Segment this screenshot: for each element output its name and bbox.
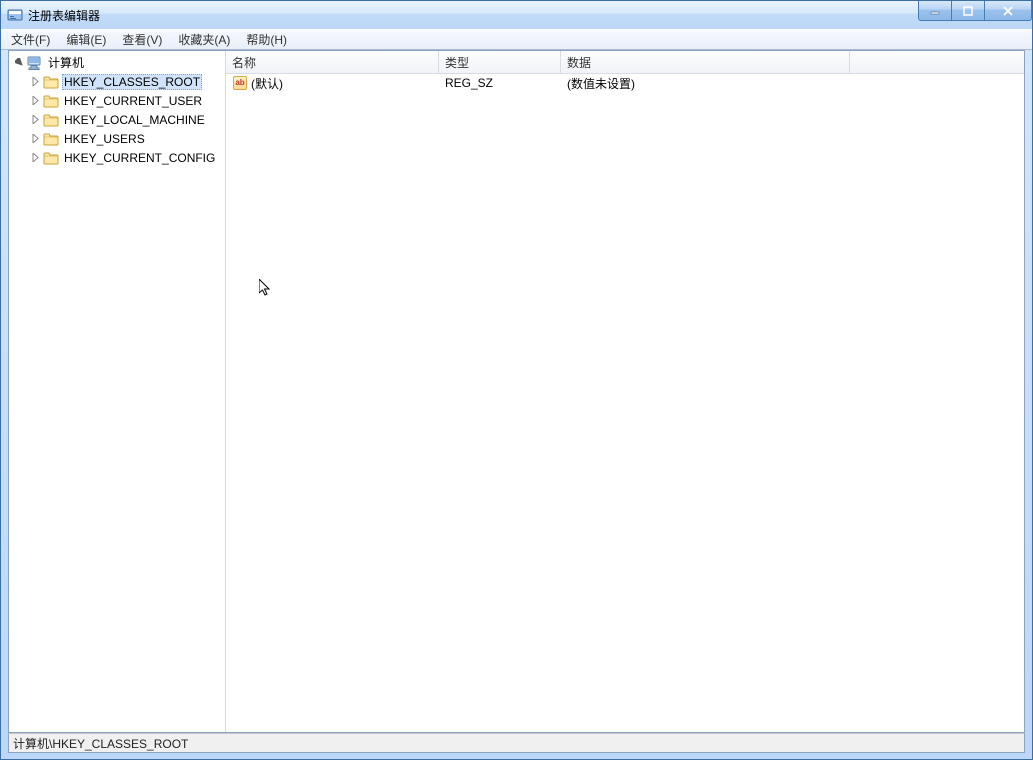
status-path: 计算机\HKEY_CLASSES_ROOT xyxy=(13,735,188,752)
window-frame: 注册表编辑器 文件(F) 编辑(E) 查看(V) 收藏夹(A) 帮助(H) xyxy=(0,0,1033,760)
expander-icon[interactable] xyxy=(29,95,41,107)
column-header-data[interactable]: 数据 xyxy=(561,51,850,73)
string-value-icon: ab xyxy=(232,75,248,91)
menu-help[interactable]: 帮助(H) xyxy=(238,29,295,50)
folder-icon xyxy=(43,112,59,128)
menubar: 文件(F) 编辑(E) 查看(V) 收藏夹(A) 帮助(H) xyxy=(1,29,1032,50)
tree-node[interactable]: HKEY_LOCAL_MACHINE xyxy=(9,110,225,129)
expander-icon[interactable] xyxy=(13,57,25,69)
folder-icon xyxy=(43,93,59,109)
tree-panel[interactable]: 计算机 HKEY_CLASSES_ROOT HKEY_CURRENT_USER HK… xyxy=(9,51,226,732)
tree-node-label: HKEY_CURRENT_CONFIG xyxy=(62,151,217,165)
menu-favorites[interactable]: 收藏夹(A) xyxy=(170,29,238,50)
maximize-button[interactable] xyxy=(951,1,985,21)
tree-node[interactable]: HKEY_USERS xyxy=(9,129,225,148)
expander-icon[interactable] xyxy=(29,152,41,164)
client-area: 计算机 HKEY_CLASSES_ROOT HKEY_CURRENT_USER HK… xyxy=(8,50,1025,733)
tree-node[interactable]: HKEY_CURRENT_USER xyxy=(9,91,225,110)
value-name: (默认) xyxy=(251,75,283,92)
statusbar: 计算机\HKEY_CLASSES_ROOT xyxy=(8,733,1025,753)
expander-icon[interactable] xyxy=(29,133,41,145)
folder-icon xyxy=(43,150,59,166)
menu-file[interactable]: 文件(F) xyxy=(3,29,58,50)
expander-icon[interactable] xyxy=(29,76,41,88)
menu-view[interactable]: 查看(V) xyxy=(114,29,170,50)
list-row[interactable]: ab(默认) REG_SZ (数值未设置) xyxy=(226,74,1024,92)
tree-root-label: 计算机 xyxy=(46,54,86,71)
titlebar[interactable]: 注册表编辑器 xyxy=(1,1,1032,29)
tree-node[interactable]: HKEY_CURRENT_CONFIG xyxy=(9,148,225,167)
window-buttons xyxy=(919,1,1032,21)
expander-icon[interactable] xyxy=(29,114,41,126)
close-button[interactable] xyxy=(984,1,1032,21)
window-title: 注册表编辑器 xyxy=(28,7,100,24)
value-data: (数值未设置) xyxy=(567,75,635,92)
tree-node-label: HKEY_CLASSES_ROOT xyxy=(62,74,202,90)
tree-node-label: HKEY_LOCAL_MACHINE xyxy=(62,113,207,127)
list-body[interactable]: ab(默认) REG_SZ (数值未设置) xyxy=(226,74,1024,732)
tree-node-label: HKEY_USERS xyxy=(62,132,147,146)
column-header-name[interactable]: 名称 xyxy=(226,51,439,73)
column-header-type[interactable]: 类型 xyxy=(439,51,561,73)
app-icon xyxy=(7,7,23,23)
minimize-button[interactable] xyxy=(918,1,952,21)
folder-icon xyxy=(43,74,59,90)
list-header: 名称 类型 数据 xyxy=(226,51,1024,74)
folder-icon xyxy=(43,131,59,147)
list-panel: 名称 类型 数据 ab(默认) REG_SZ (数值未设置) xyxy=(226,51,1024,732)
tree-node-label: HKEY_CURRENT_USER xyxy=(62,94,204,108)
value-type: REG_SZ xyxy=(445,76,493,90)
menu-edit[interactable]: 编辑(E) xyxy=(58,29,114,50)
cursor-icon xyxy=(259,279,275,302)
tree-root[interactable]: 计算机 xyxy=(9,53,225,72)
column-header-spacer xyxy=(850,51,1024,73)
tree-node[interactable]: HKEY_CLASSES_ROOT xyxy=(9,72,225,91)
computer-icon xyxy=(27,55,43,71)
